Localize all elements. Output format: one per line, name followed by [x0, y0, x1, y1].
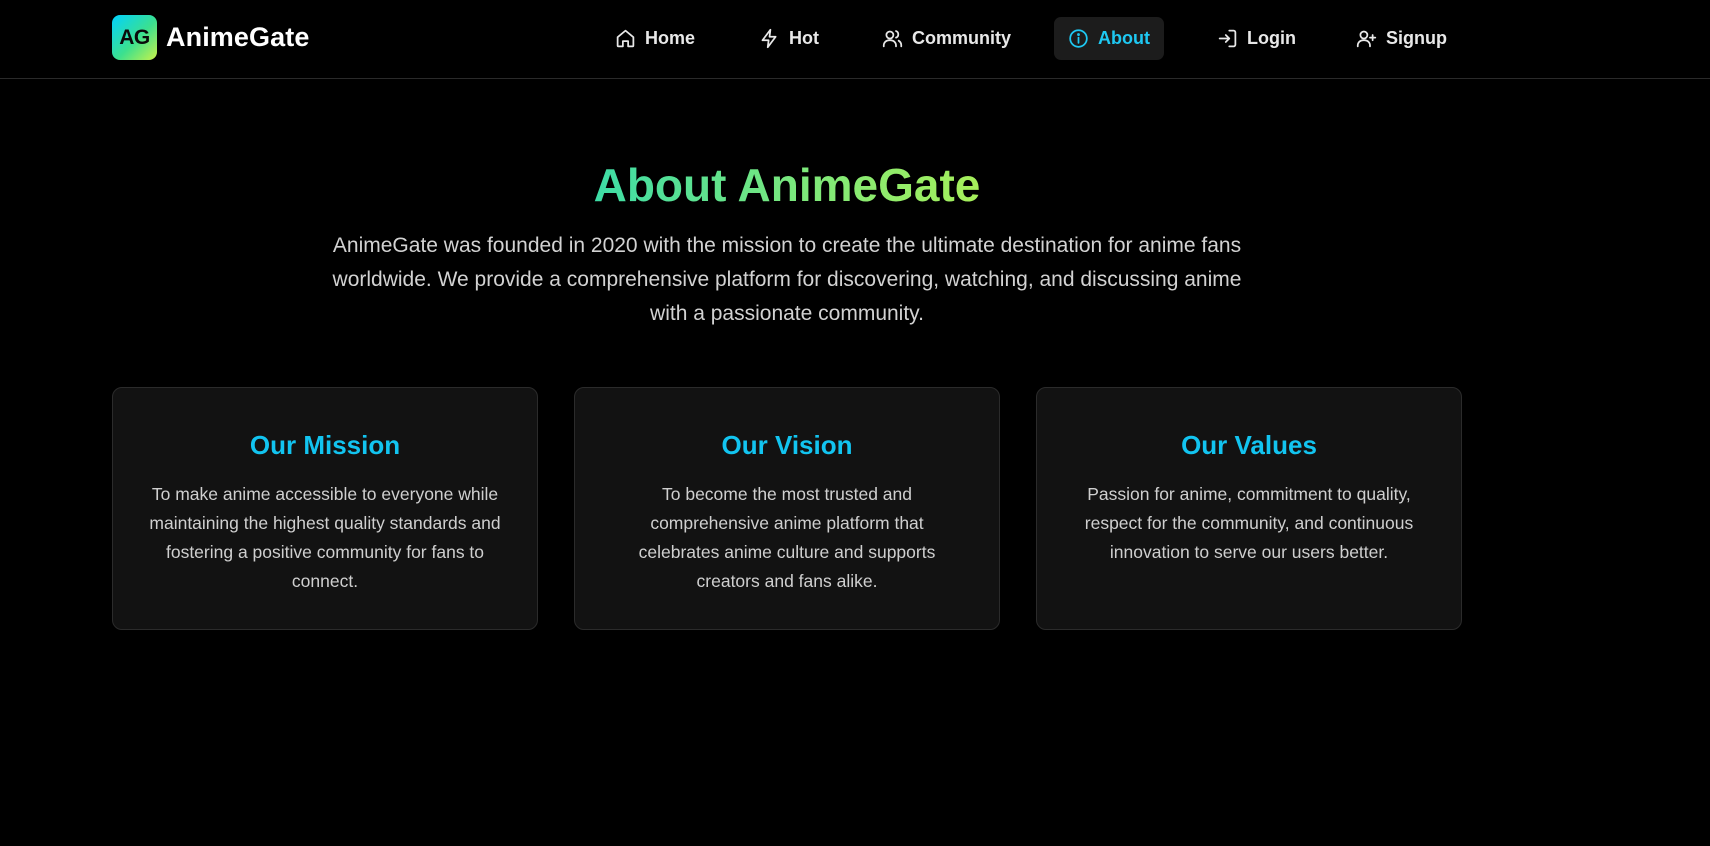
page-title: About AnimeGate: [0, 155, 1574, 215]
card-text: Passion for anime, commitment to quality…: [1084, 484, 1414, 562]
card-text: To make anime accessible to everyone whi…: [149, 484, 501, 591]
user-plus-icon: [1356, 28, 1386, 49]
nav-item-about[interactable]: About: [1054, 17, 1164, 60]
card-vision: Our Vision To become the most trusted an…: [574, 387, 1000, 630]
nav-item-label: Login: [1247, 28, 1296, 48]
nav-item-label: Home: [645, 28, 696, 48]
nav-item-login[interactable]: Login: [1203, 17, 1310, 60]
home-icon: [615, 28, 645, 49]
nav-item-label: About: [1098, 28, 1150, 48]
brand-link[interactable]: AG AnimeGate: [112, 15, 309, 60]
nav-item-signup[interactable]: Signup: [1342, 17, 1461, 60]
brand-logo: AG: [112, 15, 157, 60]
nav-item-hot[interactable]: Hot: [745, 17, 833, 60]
lightning-icon: [759, 28, 789, 49]
card-title: Our Mission: [249, 430, 401, 460]
card-text: To become the most trusted and comprehen…: [638, 484, 936, 591]
nav-item-label: Hot: [789, 28, 819, 48]
nav-item-label: Signup: [1386, 28, 1447, 48]
card-values: Our Values Passion for anime, commitment…: [1036, 387, 1462, 630]
brand-name: AnimeGate: [166, 22, 310, 52]
nav-item-community[interactable]: Community: [868, 17, 1025, 60]
top-navbar: AG AnimeGate Home Hot Community About Lo…: [0, 0, 1710, 79]
nav-item-home[interactable]: Home: [601, 17, 709, 60]
card-title: Our Vision: [721, 430, 853, 460]
users-icon: [882, 28, 912, 49]
card-mission: Our Mission To make anime accessible to …: [112, 387, 538, 630]
login-icon: [1217, 28, 1247, 49]
about-intro: AnimeGate was founded in 2020 with the m…: [332, 234, 1242, 325]
nav-item-label: Community: [912, 28, 1011, 48]
page-title-text: About AnimeGate: [593, 159, 981, 211]
card-title: Our Values: [1181, 430, 1317, 460]
info-icon: [1068, 28, 1098, 49]
